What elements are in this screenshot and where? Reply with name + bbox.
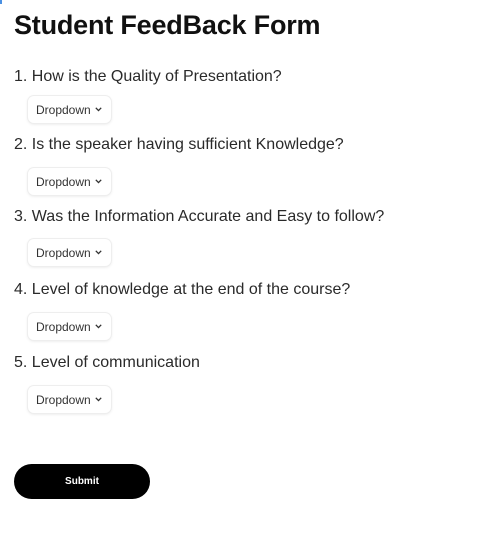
question-4-label: 4. Level of knowledge at the end of the … xyxy=(14,281,351,298)
dropdown-label: Dropdown xyxy=(36,102,91,117)
dropdown-label: Dropdown xyxy=(36,174,91,189)
chevron-down-icon xyxy=(95,178,103,186)
submit-button[interactable]: Submit xyxy=(14,464,150,499)
question-2-label: 2. Is the speaker having sufficient Know… xyxy=(14,136,344,153)
question-3-dropdown[interactable]: Dropdown xyxy=(28,239,111,266)
page-title: Student FeedBack Form xyxy=(14,10,321,40)
chevron-down-icon xyxy=(95,396,103,404)
dropdown-label: Dropdown xyxy=(36,245,91,260)
question-5-label: 5. Level of communication xyxy=(14,354,200,371)
corner-accent xyxy=(0,0,2,4)
question-1-dropdown[interactable]: Dropdown xyxy=(28,96,111,123)
chevron-down-icon xyxy=(95,106,103,114)
chevron-down-icon xyxy=(95,323,103,331)
question-5-dropdown[interactable]: Dropdown xyxy=(28,386,111,413)
dropdown-label: Dropdown xyxy=(36,319,91,334)
question-3-label: 3. Was the Information Accurate and Easy… xyxy=(14,208,385,225)
question-2-dropdown[interactable]: Dropdown xyxy=(28,168,111,195)
chevron-down-icon xyxy=(95,249,103,257)
question-1-label: 1. How is the Quality of Presentation? xyxy=(14,68,282,85)
question-4-dropdown[interactable]: Dropdown xyxy=(28,313,111,340)
dropdown-label: Dropdown xyxy=(36,392,91,407)
